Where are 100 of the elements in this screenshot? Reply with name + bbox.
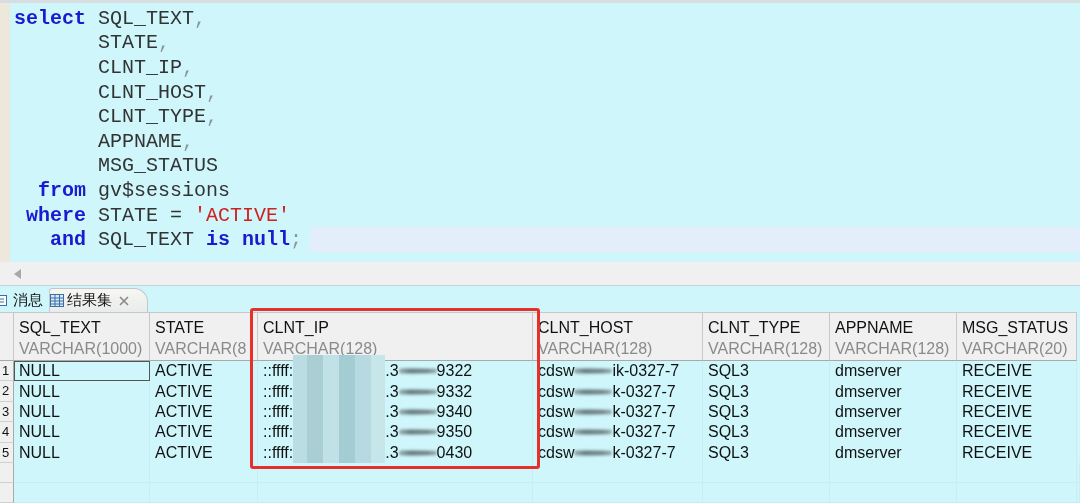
code-line: CLNT_TYPE, — [97, 104, 220, 129]
code-line: APPNAME, — [97, 128, 196, 154]
cell-text: ::ffff: — [263, 381, 294, 402]
table-cell: SQL3 — [703, 401, 830, 423]
tab[interactable]: 消息 — [0, 288, 49, 312]
cell-text: ::ffff: — [263, 401, 294, 422]
row-header — [0, 462, 14, 483]
code-line: MSG_STATUS — [97, 153, 220, 179]
code-line: select SQL_TEXT, — [14, 6, 208, 31]
row-number: 3 — [0, 401, 14, 423]
column-header[interactable]: CLNT_HOST VARCHAR(128) — [533, 312, 703, 361]
table-cell: NULL — [14, 361, 150, 382]
column-header[interactable]: MSG_STATUS VARCHAR(20) — [957, 312, 1077, 361]
table-cell: NULL — [14, 422, 150, 443]
column-type: VARCHAR(128) — [538, 339, 654, 359]
cell-text: 9340 — [436, 401, 473, 422]
table-icon — [50, 294, 64, 307]
redaction-smudge — [398, 427, 437, 438]
redaction-smudge — [398, 406, 437, 417]
cell-text: k-0327-7 — [612, 381, 676, 402]
row-number: 2 — [0, 381, 14, 402]
redaction-smudge — [574, 427, 613, 438]
column-type: VARCHAR(128) — [263, 339, 379, 359]
redaction-smudge — [574, 366, 613, 377]
scroll-left-icon[interactable] — [14, 268, 22, 279]
cell-text: k-0327-7 — [612, 422, 676, 443]
table-cell: RECEIVE — [957, 381, 1077, 402]
sql-keyword: select — [14, 6, 86, 30]
cell-text: ik-0327-7 — [612, 361, 680, 382]
cell-text: ::ffff: — [263, 361, 294, 382]
row-number: 4 — [0, 422, 14, 443]
cell-text: .3 — [385, 401, 399, 422]
redaction-smudge — [398, 386, 437, 397]
redaction-smudge — [574, 447, 613, 458]
message-icon — [0, 293, 10, 307]
column-type: VARCHAR(8 — [155, 339, 248, 359]
cell-text: .3 — [385, 442, 399, 463]
column-name: CLNT_HOST — [538, 318, 635, 338]
table-cell: RECEIVE — [957, 422, 1077, 443]
table-cell: RECEIVE — [957, 442, 1077, 463]
table-cell: NULL — [14, 401, 150, 423]
row-header — [0, 482, 14, 503]
cell-text: cdsw — [538, 401, 575, 422]
code-line: STATE, — [97, 30, 172, 56]
cell-text: 9322 — [436, 361, 473, 382]
cell-text: ::ffff: — [263, 422, 294, 443]
table-cell: dmserver — [830, 422, 957, 443]
cell-text: .3 — [385, 381, 399, 402]
redaction-smudge — [574, 406, 613, 417]
cell-text: cdsw — [538, 361, 575, 382]
column-header[interactable]: SQL_TEXT VARCHAR(1000) — [14, 312, 150, 361]
table-cell: SQL3 — [703, 442, 830, 463]
row-number: 5 — [0, 442, 14, 463]
column-name: CLNT_IP — [263, 318, 330, 338]
sql-keyword: where — [25, 203, 86, 227]
table-cell: ACTIVE — [150, 401, 258, 423]
column-name: MSG_STATUS — [962, 318, 1070, 338]
table-cell: ACTIVE — [150, 422, 258, 443]
column-header[interactable]: APPNAME VARCHAR(128) — [830, 312, 957, 361]
table-cell: dmserver — [830, 381, 957, 402]
column-header[interactable]: CLNT_TYPE VARCHAR(128) — [703, 312, 830, 361]
column-type: VARCHAR(128) — [835, 339, 951, 359]
table-cell: ACTIVE — [150, 381, 258, 402]
cell-text: ::ffff: — [263, 442, 294, 463]
code-line: CLNT_IP, — [97, 55, 196, 80]
cell-text: k-0327-7 — [612, 442, 676, 463]
horizontal-scrollbar[interactable] — [0, 262, 1080, 286]
table-cell: ACTIVE — [150, 361, 258, 382]
table-cell: RECEIVE — [957, 401, 1077, 423]
sql-keyword: from — [37, 178, 86, 202]
table-cell: SQL3 — [703, 381, 830, 402]
column-type: VARCHAR(128) — [708, 339, 824, 359]
redaction-smudge — [398, 447, 437, 458]
table-cell: SQL3 — [703, 422, 830, 443]
column-header[interactable]: STATE VARCHAR(8 — [150, 312, 258, 361]
cell-text: 9350 — [436, 422, 473, 443]
header-corner — [0, 312, 14, 361]
cell-text: 9332 — [436, 381, 473, 402]
column-name: STATE — [155, 318, 206, 338]
table-cell: RECEIVE — [957, 361, 1077, 382]
cell-text: 0430 — [436, 442, 473, 463]
column-name: CLNT_TYPE — [708, 318, 802, 338]
table-cell: dmserver — [830, 401, 957, 423]
row-number: 1 — [0, 361, 14, 382]
column-type: VARCHAR(1000) — [19, 339, 144, 359]
table-cell: NULL — [14, 381, 150, 402]
column-name: SQL_TEXT — [19, 318, 102, 338]
redaction-smudge — [398, 366, 437, 377]
cell-text: cdsw — [538, 442, 575, 463]
column-header[interactable]: CLNT_IP VARCHAR(128) — [258, 312, 533, 361]
table-cell: SQL3 — [703, 361, 830, 382]
cell-text: .3 — [385, 422, 399, 443]
table-cell: dmserver — [830, 442, 957, 463]
column-type: VARCHAR(20) — [962, 339, 1069, 359]
cell-text: cdsw — [538, 381, 575, 402]
close-icon[interactable] — [119, 295, 129, 306]
redaction-smudge — [574, 386, 613, 397]
code-line: where STATE = 'ACTIVE' — [14, 202, 1080, 228]
code-line: CLNT_HOST, — [97, 79, 220, 105]
tab[interactable]: 结果集 — [49, 288, 148, 312]
